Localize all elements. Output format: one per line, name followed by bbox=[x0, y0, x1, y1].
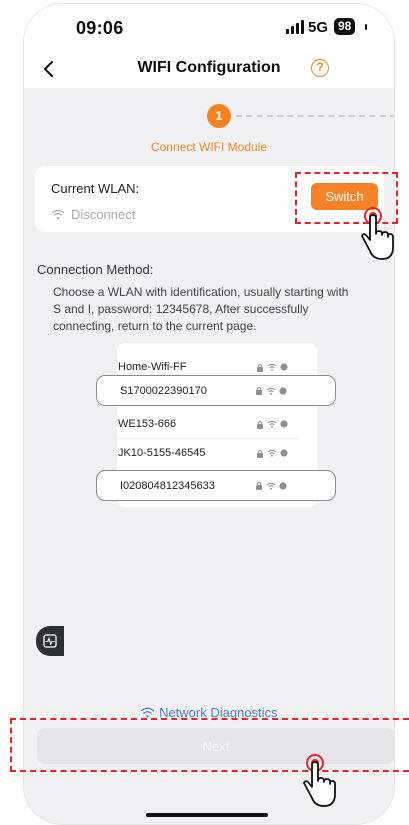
wifi-item-icons bbox=[256, 420, 288, 429]
wifi-icon bbox=[51, 209, 65, 220]
wifi-icon bbox=[267, 363, 277, 371]
monitor-icon bbox=[43, 634, 57, 648]
step-label: Connect WIFI Module bbox=[150, 140, 268, 154]
home-indicator bbox=[146, 813, 268, 817]
nav-bar: WIFI Configuration ? bbox=[24, 48, 394, 88]
network-type: 5G bbox=[308, 19, 329, 36]
wifi-icon bbox=[267, 449, 277, 457]
wifi-item-icons bbox=[255, 481, 287, 490]
step-indicator: 1 bbox=[207, 104, 231, 128]
lock-icon bbox=[256, 387, 262, 395]
lock-icon bbox=[257, 420, 263, 429]
connection-method-title: Connection Method: bbox=[37, 262, 154, 277]
current-wlan-label: Current WLAN: bbox=[51, 181, 140, 196]
wifi-item-icons bbox=[255, 386, 287, 395]
step-progress-line bbox=[236, 115, 394, 117]
info-icon bbox=[280, 363, 288, 371]
wifi-item-name: JK10-5155-46545 bbox=[118, 447, 206, 459]
lock-icon bbox=[257, 363, 263, 372]
status-time: 09:06 bbox=[76, 18, 124, 38]
connection-method-description: Choose a WLAN with identification, usual… bbox=[53, 285, 349, 333]
lock-icon bbox=[257, 449, 263, 458]
wifi-item-highlighted: S1700022390170 bbox=[96, 375, 336, 406]
info-icon bbox=[280, 420, 288, 428]
tap-hand-icon bbox=[303, 754, 336, 807]
wifi-item-name: S1700022390170 bbox=[120, 384, 207, 397]
help-icon[interactable]: ? bbox=[311, 59, 329, 77]
wifi-icon bbox=[266, 482, 276, 490]
wifi-item-name: Home-Wifi-FF bbox=[118, 361, 187, 373]
wlan-status: Disconnect bbox=[51, 207, 135, 222]
next-highlight-box bbox=[10, 718, 409, 772]
signal-icon bbox=[286, 20, 304, 34]
battery-level: 98 bbox=[334, 18, 356, 35]
wifi-item: WE153-666 bbox=[118, 410, 288, 438]
tap-hand-icon bbox=[361, 207, 394, 260]
floating-monitor-button[interactable] bbox=[36, 626, 64, 656]
lock-icon bbox=[256, 482, 262, 490]
wifi-item-icons bbox=[256, 363, 288, 372]
battery-tip bbox=[365, 24, 367, 30]
info-icon bbox=[280, 449, 288, 457]
wifi-icon bbox=[266, 387, 276, 395]
wifi-item-icons bbox=[256, 449, 288, 458]
status-bar: 09:06 5G 98 bbox=[24, 4, 394, 48]
page-title: WIFI Configuration bbox=[137, 59, 281, 76]
info-icon bbox=[279, 481, 287, 490]
wifi-icon bbox=[267, 420, 277, 428]
wifi-item-name: I020804812345633 bbox=[120, 479, 215, 492]
wifi-icon bbox=[141, 707, 155, 718]
info-icon bbox=[279, 386, 287, 395]
wifi-item-highlighted: I020804812345633 bbox=[96, 470, 336, 501]
wifi-item: JK10-5155-46545 bbox=[118, 439, 288, 467]
wlan-status-text: Disconnect bbox=[71, 207, 136, 222]
wifi-item-name: WE153-666 bbox=[118, 418, 177, 430]
phone-screen: 09:06 5G 98 WIFI Configuration ? 1 Conne… bbox=[24, 4, 394, 824]
